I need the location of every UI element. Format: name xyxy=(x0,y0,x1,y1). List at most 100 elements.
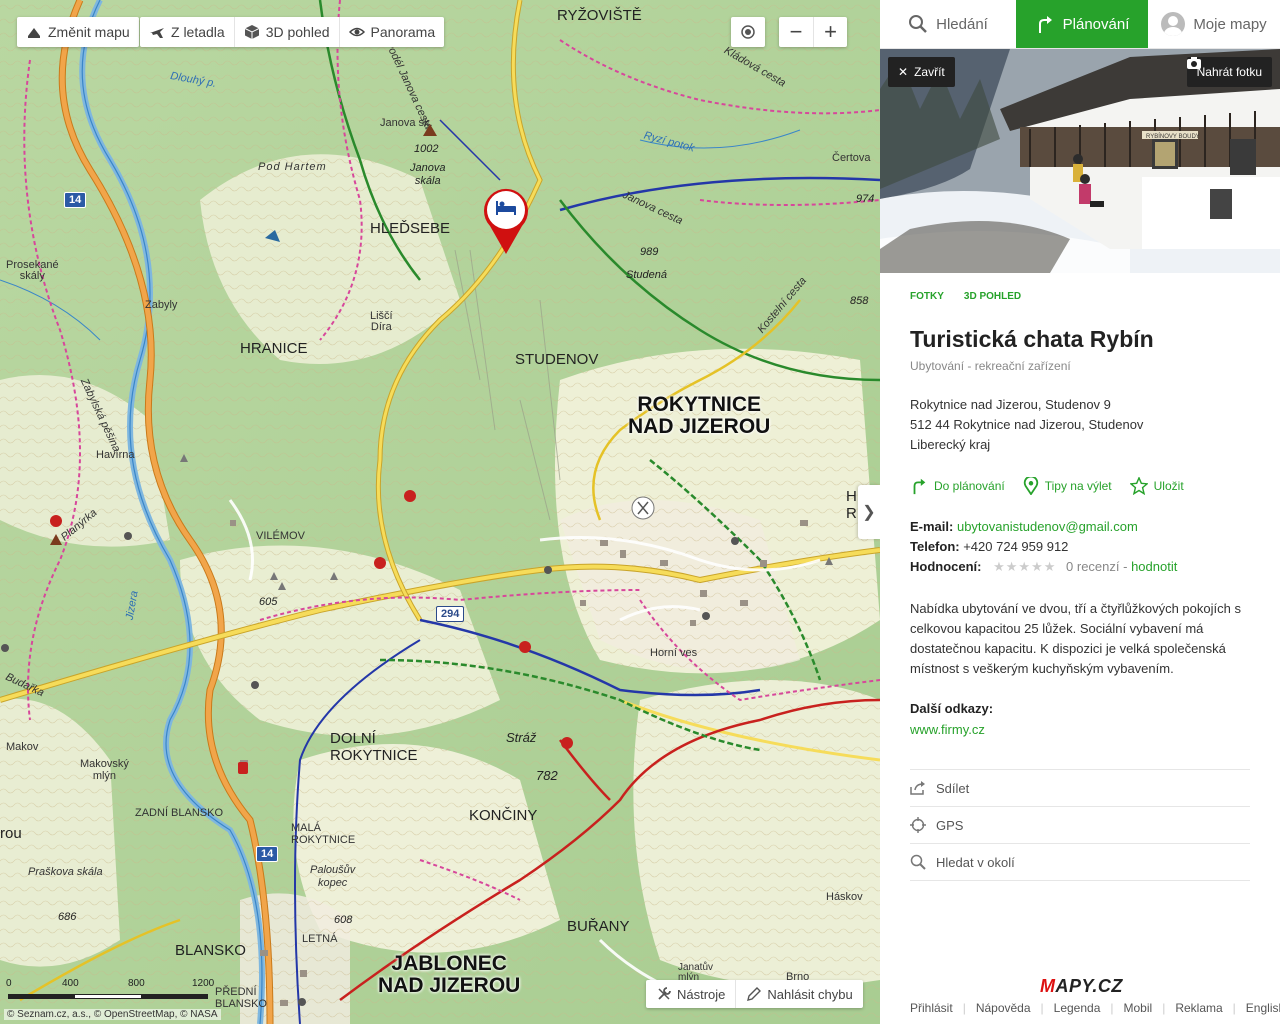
tab-photos[interactable]: FOTKY xyxy=(910,291,944,302)
panel-tabs: Hledání Plánování Moje mapy xyxy=(880,0,1280,49)
tools-button[interactable]: Nástroje xyxy=(646,980,735,1008)
firmy-link[interactable]: www.firmy.cz xyxy=(910,722,1250,737)
detail-panel: Hledání Plánování Moje mapy RYBÍNOVY BOU… xyxy=(880,0,1280,1024)
swim-icon xyxy=(265,230,280,242)
map-tools-bar: Nástroje Nahlásit chybu xyxy=(646,980,863,1008)
selected-poi-pin[interactable] xyxy=(482,188,530,256)
footer-separator: | xyxy=(1040,1001,1044,1015)
trip-tips-label: Tipy na výlet xyxy=(1044,479,1112,493)
aerial-view-label: Z letadla xyxy=(171,24,225,40)
search-nearby-button[interactable]: Hledat v okolí xyxy=(910,844,1250,881)
report-error-label: Nahlásit chybu xyxy=(767,986,853,1002)
poi-contacts: E-mail: ubytovanistudenov@gmail.com Tele… xyxy=(910,517,1250,577)
add-to-planning-button[interactable]: Do plánování xyxy=(910,477,1005,495)
peak-icon xyxy=(50,124,437,545)
search-icon xyxy=(909,15,928,33)
upload-photo-button[interactable]: Nahrát fotku xyxy=(1186,57,1272,87)
poi-photo[interactable]: RYBÍNOVY BOUDY ✕ Zavřít Nahrát fotku xyxy=(880,49,1280,273)
camera-icon xyxy=(1186,57,1201,69)
plan-arrow-icon xyxy=(1038,16,1052,33)
tab-my-maps[interactable]: Moje mapy xyxy=(1148,0,1280,48)
star-icon xyxy=(1129,477,1148,495)
locate-me-button[interactable] xyxy=(731,17,765,47)
pencil-icon xyxy=(747,987,762,1001)
share-button[interactable]: Sdílet xyxy=(910,770,1250,807)
fuel-icon xyxy=(238,762,248,774)
close-label: Zavřít xyxy=(914,65,945,79)
footer-link-help[interactable]: Nápověda xyxy=(976,1001,1031,1015)
rating-row: Hodnocení: ★★★★★ 0 recenzí - hodnotit xyxy=(910,557,1250,577)
zoom-controls: − + xyxy=(779,17,847,47)
collapse-panel-button[interactable]: ❯ xyxy=(858,485,880,539)
map-change-icon xyxy=(28,28,40,38)
logo-first: M xyxy=(1040,976,1056,996)
email-link[interactable]: ubytovanistudenov@gmail.com xyxy=(957,519,1138,534)
tab-search[interactable]: Hledání xyxy=(880,0,1016,48)
tree-icons xyxy=(180,454,833,590)
poi-actions: Do plánování Tipy na výlet Uložit xyxy=(910,477,1250,495)
map-attribution[interactable]: © Seznam.cz, a.s., © OpenStreetMap, © NA… xyxy=(4,1009,221,1020)
restaurant-icon xyxy=(631,496,655,520)
mapy-logo[interactable]: MAPY.CZ xyxy=(1040,976,1123,997)
rate-link[interactable]: hodnotit xyxy=(1131,559,1177,574)
footer-link-english[interactable]: English xyxy=(1246,1001,1280,1015)
add-to-planning-label: Do plánování xyxy=(934,479,1005,493)
save-label: Uložit xyxy=(1153,479,1184,493)
map-canvas[interactable]: RYŽOVIŠTĚ HLEĎSEBE HRANICE STUDENOV ROKY… xyxy=(0,0,880,1024)
3d-view-button[interactable]: 3D pohled xyxy=(233,17,339,47)
tools-label: Nástroje xyxy=(677,986,726,1002)
tab-3d-view[interactable]: 3D POHLED xyxy=(964,291,1021,302)
footer-separator: | xyxy=(1232,1001,1236,1015)
phone-value: +420 724 959 912 xyxy=(963,539,1069,554)
address-line: Rokytnice nad Jizerou, Studenov 9 xyxy=(910,397,1111,412)
tab-search-label: Hledání xyxy=(936,15,988,33)
phone-label: Telefon: xyxy=(910,539,960,554)
rating-stars: ★★★★★ xyxy=(993,559,1057,574)
close-button[interactable]: ✕ Zavřít xyxy=(888,57,955,87)
scale-bar-graphic xyxy=(8,994,208,999)
scale-bar: 0 400 800 1200 xyxy=(4,978,214,1008)
plane-icon xyxy=(150,28,164,38)
sight-icon xyxy=(50,490,573,749)
eye-icon xyxy=(348,27,365,37)
footer-link-login[interactable]: Přihlásit xyxy=(910,1001,953,1015)
tab-my-maps-label: Moje mapy xyxy=(1193,15,1267,33)
zoom-out-button[interactable]: − xyxy=(779,17,813,47)
tab-planning-label: Plánování xyxy=(1062,15,1130,33)
poi-detail: Turistická chata Rybín Ubytování - rekre… xyxy=(880,326,1280,881)
zoom-in-button[interactable]: + xyxy=(813,17,847,47)
chalet-sign-text: RYBÍNOVY BOUDY xyxy=(1146,133,1200,140)
address-line: 512 44 Rokytnice nad Jizerou, Studenov xyxy=(910,417,1144,432)
poi-title: Turistická chata Rybín xyxy=(910,326,1154,352)
share-icon xyxy=(910,781,925,795)
footer-link-mobile[interactable]: Mobil xyxy=(1124,1001,1153,1015)
target-icon xyxy=(741,25,755,39)
report-error-button[interactable]: Nahlásit chybu xyxy=(735,980,862,1008)
save-button[interactable]: Uložit xyxy=(1129,477,1184,495)
panel-footer: Přihlásit | Nápověda | Legenda | Mobil | Rek… xyxy=(910,1001,1280,1015)
links-heading: Další odkazy: xyxy=(910,701,994,716)
email-label: E-mail: xyxy=(910,519,954,534)
search-nearby-label: Hledat v okolí xyxy=(936,854,1015,870)
footer-link-ads[interactable]: Reklama xyxy=(1175,1001,1222,1015)
trip-tips-button[interactable]: Tipy na výlet xyxy=(1023,477,1112,495)
close-icon: ✕ xyxy=(898,65,909,79)
aerial-view-button[interactable]: Z letadla xyxy=(140,17,234,47)
footer-separator: | xyxy=(1162,1001,1166,1015)
cube-icon xyxy=(244,25,259,39)
footer-separator: | xyxy=(962,1001,966,1015)
tab-planning[interactable]: Plánování xyxy=(1016,0,1148,48)
poi-category: Ubytování - rekreační zařízení xyxy=(910,359,1071,373)
review-count: 0 recenzí xyxy=(1066,559,1120,574)
footer-separator: | xyxy=(1110,1001,1114,1015)
3d-view-label: 3D pohled xyxy=(265,24,330,40)
email-row: E-mail: ubytovanistudenov@gmail.com xyxy=(910,517,1250,537)
footer-link-legend[interactable]: Legenda xyxy=(1054,1001,1101,1015)
gps-label: GPS xyxy=(936,817,964,833)
avatar-icon xyxy=(1161,12,1186,36)
plan-arrow-icon xyxy=(913,478,926,495)
change-map-button[interactable]: Změnit mapu xyxy=(17,17,139,47)
location-pin-icon xyxy=(1023,477,1038,495)
panorama-button[interactable]: Panorama xyxy=(338,17,445,47)
gps-button[interactable]: GPS xyxy=(910,807,1250,844)
